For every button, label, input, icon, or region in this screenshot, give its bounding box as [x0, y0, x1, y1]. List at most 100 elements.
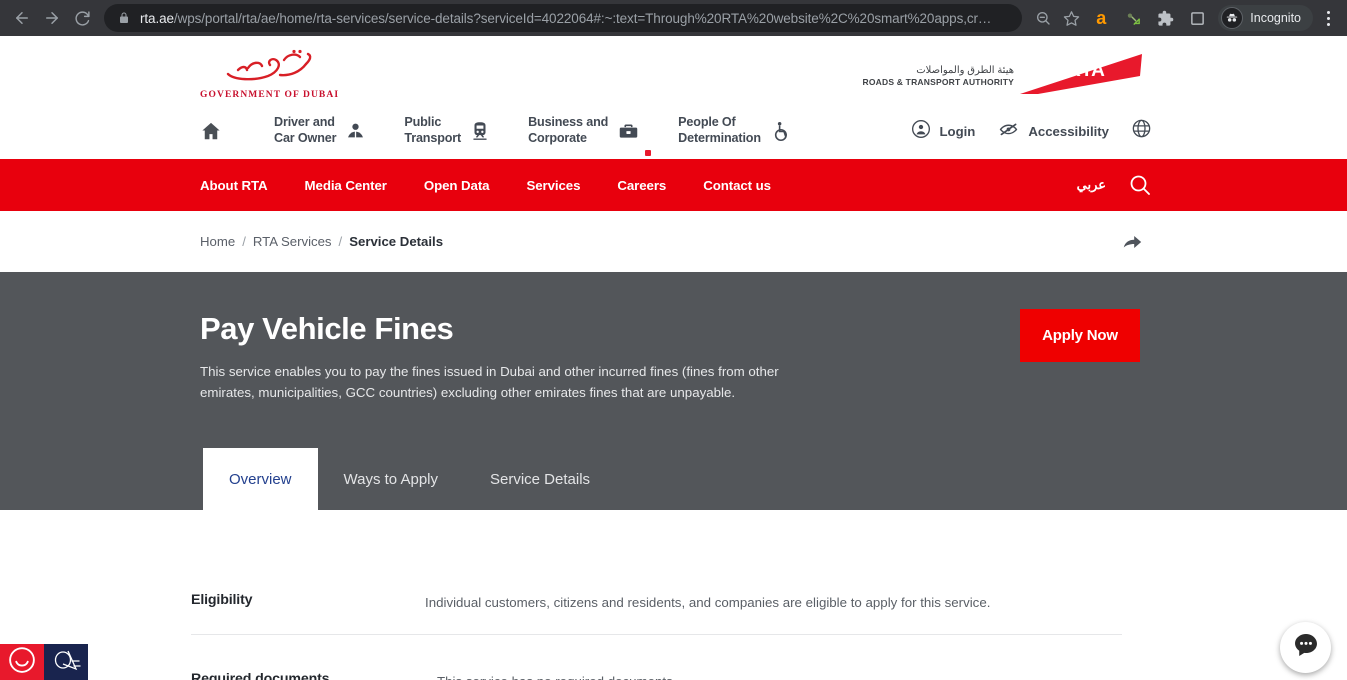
star-icon[interactable] — [1058, 5, 1084, 31]
share-arrow-icon[interactable] — [1120, 231, 1144, 253]
page-description: This service enables you to pay the fine… — [200, 362, 800, 403]
amazon-extension-icon[interactable]: a — [1086, 4, 1116, 32]
breadcrumb-separator: / — [339, 234, 343, 249]
breadcrumb-rta-services[interactable]: RTA Services — [253, 234, 332, 249]
briefcase-icon — [617, 121, 640, 142]
required-documents-label: Required documents — [191, 655, 425, 680]
breadcrumb-home[interactable]: Home — [200, 234, 235, 249]
smiley-face-icon — [7, 645, 37, 680]
home-icon[interactable] — [200, 120, 222, 142]
wheelchair-icon — [770, 120, 791, 143]
url-path: /wps/portal/rta/ae/home/rta-services/ser… — [174, 11, 991, 26]
rta-logo[interactable]: هيئة الطرق والمواصلات ROADS & TRANSPORT … — [863, 52, 1142, 101]
nav-item-business-and-corporate[interactable]: Business and Corporate — [528, 115, 640, 146]
logo-row: GOVERNMENT OF DUBAI هيئة الطرق والمواصلا… — [0, 36, 1347, 101]
dubai-emblem-icon — [50, 645, 82, 680]
driver-person-icon — [345, 121, 366, 142]
accessibility-button[interactable]: Accessibility — [997, 119, 1109, 144]
government-of-dubai-logo[interactable]: GOVERNMENT OF DUBAI — [200, 48, 339, 100]
hero-section: Pay Vehicle Fines This service enables y… — [0, 272, 1347, 510]
redbar-item-about-rta[interactable]: About RTA — [200, 178, 268, 193]
rta-arabic-label: هيئة الطرق والمواصلات — [863, 65, 1014, 78]
dubai-emblem-button[interactable] — [44, 644, 88, 680]
side-panel-icon[interactable] — [1182, 4, 1212, 32]
rta-mark-icon: RTA — [1020, 52, 1142, 101]
browser-toolbar: rta.ae/wps/portal/rta/ae/home/rta-servic… — [0, 0, 1347, 36]
redbar-utilities: عربي — [1077, 173, 1152, 197]
redbar-item-media-center[interactable]: Media Center — [305, 178, 387, 193]
tab-service-details[interactable]: Service Details — [464, 448, 616, 510]
user-circle-icon — [911, 119, 931, 144]
page-content: GOVERNMENT OF DUBAI هيئة الطرق والمواصلا… — [0, 36, 1347, 680]
breadcrumb-bar: Home / RTA Services / Service Details — [0, 211, 1347, 272]
rta-logo-text: هيئة الطرق والمواصلات ROADS & TRANSPORT … — [863, 65, 1014, 88]
breadcrumb-current: Service Details — [349, 234, 443, 249]
redbar-item-careers[interactable]: Careers — [617, 178, 666, 193]
tab-overview[interactable]: Overview — [203, 448, 318, 510]
language-globe-button[interactable] — [1131, 118, 1152, 144]
nav-label-line1: Business and — [528, 115, 608, 129]
metro-train-icon — [470, 120, 490, 142]
url-text: rta.ae/wps/portal/rta/ae/home/rta-servic… — [140, 11, 1012, 26]
site-header: GOVERNMENT OF DUBAI هيئة الطرق والمواصلا… — [0, 36, 1347, 159]
svg-text:RTA: RTA — [1067, 60, 1105, 81]
chat-bubble-icon — [1292, 631, 1320, 664]
extensions-puzzle-icon[interactable] — [1150, 4, 1180, 32]
profile-incognito-button[interactable]: Incognito — [1218, 5, 1313, 31]
dubai-arabic-script-icon — [220, 48, 320, 89]
kebab-menu-icon[interactable] — [1317, 11, 1339, 26]
eligibility-text: Individual customers, citizens and resid… — [425, 593, 990, 613]
nav-label-line1: Driver and — [274, 115, 335, 129]
chevron-right-icon: › — [425, 672, 429, 680]
nav-item-public-transport[interactable]: Public Transport — [404, 115, 490, 146]
incognito-avatar-icon — [1221, 7, 1243, 29]
rta-english-label: ROADS & TRANSPORT AUTHORITY — [863, 77, 1014, 88]
header-utility-nav: Login Accessibility — [911, 118, 1152, 144]
nav-label-line2: Transport — [404, 131, 461, 145]
redbar-item-open-data[interactable]: Open Data — [424, 178, 490, 193]
profile-label: Incognito — [1250, 11, 1301, 25]
nav-label-line2: Car Owner — [274, 131, 336, 145]
zoom-out-icon[interactable] — [1030, 5, 1056, 31]
reload-icon[interactable] — [68, 4, 96, 32]
nav-label-line1: Public — [404, 115, 441, 129]
primary-navigation: Driver and Car Owner Public Transport Busi… — [0, 105, 1347, 157]
required-documents-text: This service has no required documents. — [437, 672, 676, 680]
login-button[interactable]: Login — [911, 119, 975, 144]
tab-ways-to-apply[interactable]: Ways to Apply — [318, 448, 464, 510]
back-arrow-icon[interactable] — [8, 4, 36, 32]
content-row-required-documents: Required documents › This service has no… — [191, 635, 1140, 680]
url-host: rta.ae — [140, 11, 174, 26]
content-row-eligibility: Eligibility Individual customers, citize… — [191, 556, 1140, 634]
forward-arrow-icon[interactable] — [38, 4, 66, 32]
nav-item-people-of-determination[interactable]: People Of Determination — [678, 115, 791, 146]
eligibility-label: Eligibility — [191, 576, 425, 608]
apply-now-button[interactable]: Apply Now — [1020, 309, 1140, 362]
tab-bar: Overview Ways to Apply Service Details — [203, 448, 616, 510]
arabic-language-toggle[interactable]: عربي — [1077, 177, 1106, 193]
breadcrumb: Home / RTA Services / Service Details — [200, 234, 443, 249]
link-extension-icon[interactable] — [1118, 4, 1148, 32]
eye-slash-icon — [997, 119, 1020, 144]
corner-widgets — [0, 644, 88, 680]
page-title: Pay Vehicle Fines — [200, 272, 1147, 346]
required-documents-value: › This service has no required documents… — [425, 655, 676, 680]
happiness-meter-button[interactable] — [0, 644, 44, 680]
overview-panel: Eligibility Individual customers, citize… — [0, 556, 1140, 680]
secondary-navigation-bar: About RTA Media Center Open Data Service… — [0, 159, 1347, 211]
nav-label-line2: Corporate — [528, 131, 587, 145]
search-icon[interactable] — [1128, 173, 1152, 197]
login-label: Login — [939, 124, 975, 139]
eligibility-value: Individual customers, citizens and resid… — [425, 576, 990, 613]
chat-support-button[interactable] — [1280, 622, 1331, 673]
nav-label-line1: People Of — [678, 115, 735, 129]
lock-icon — [118, 12, 130, 24]
nav-label-line2: Determination — [678, 131, 761, 145]
address-bar[interactable]: rta.ae/wps/portal/rta/ae/home/rta-servic… — [104, 4, 1022, 32]
redbar-item-services[interactable]: Services — [526, 178, 580, 193]
redbar-item-contact-us[interactable]: Contact us — [703, 178, 771, 193]
accessibility-label: Accessibility — [1028, 124, 1109, 139]
government-of-dubai-label: GOVERNMENT OF DUBAI — [200, 90, 339, 100]
nav-item-driver-and-car-owner[interactable]: Driver and Car Owner — [274, 115, 366, 146]
globe-icon — [1131, 118, 1152, 144]
